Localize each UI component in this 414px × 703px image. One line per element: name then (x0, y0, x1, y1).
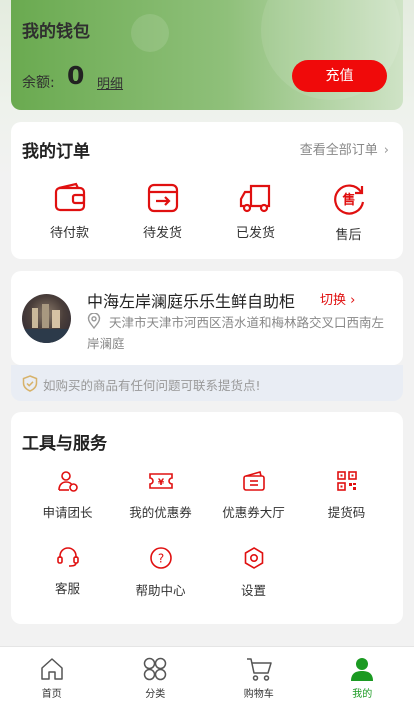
tab-label: 我的 (352, 689, 373, 700)
notice-bar: 如购买的商品有任何问题可联系提货点! (11, 365, 403, 401)
tab-category[interactable]: 分类 (104, 647, 208, 703)
wallet-card: 我的钱包 余额: 0 明细 充值 (11, 0, 403, 110)
profile-icon (351, 658, 374, 681)
order-status-grid: 待付款 待发货 已发货 售 售后 (23, 182, 414, 252)
notice-text: 如购买的商品有任何问题可联系提货点! (43, 378, 261, 393)
coupon-hall-icon (242, 471, 265, 491)
store-avatar (22, 294, 71, 343)
tool-label: 客服 (54, 581, 80, 596)
cart-icon (246, 658, 272, 681)
view-all-orders-link[interactable]: 查看全部订单 › (300, 139, 389, 158)
tab-label: 首页 (41, 689, 62, 700)
tab-label: 分类 (145, 689, 166, 700)
decorative-bubble (131, 14, 169, 52)
chevron-right-icon: › (383, 143, 389, 158)
tool-apply-leader[interactable]: 申请团长 (21, 470, 114, 540)
store-card[interactable]: 中海左岸澜庭乐乐生鲜自助柜 切换 › 天津市天津市河西区浯水道和梅林路交叉口西南… (11, 271, 403, 365)
order-status-label: 已发货 (235, 226, 275, 241)
tool-customer-service[interactable]: 客服 (21, 546, 114, 616)
recharge-button[interactable]: 充值 (292, 60, 387, 92)
home-icon (41, 658, 63, 680)
tool-label: 我的优惠券 (129, 505, 192, 520)
after-sales-icon: 售 (333, 184, 364, 215)
store-address: 天津市天津市河西区浯水道和梅林路交叉口西南左岸澜庭 (87, 315, 385, 351)
orders-title: 我的订单 (22, 142, 90, 162)
tools-card: 工具与服务 申请团长 ¥ 我的优惠券 优惠券大厅 提货码 客服 ? 帮助中心 设… (11, 412, 403, 624)
order-status-label: 待发货 (142, 226, 182, 241)
bottom-tab-bar: 首页 分类 购物车 我的 (0, 646, 414, 703)
tool-help-center[interactable]: ? 帮助中心 (114, 546, 207, 616)
tool-label: 申请团长 (42, 505, 93, 520)
wallet-title: 我的钱包 (22, 22, 90, 42)
settings-icon (244, 547, 263, 569)
tool-label: 帮助中心 (135, 583, 186, 598)
svg-text:¥: ¥ (157, 478, 164, 488)
tools-grid-row: 客服 ? 帮助中心 设置 (21, 546, 413, 616)
order-status-after-sales[interactable]: 售 售后 (302, 182, 395, 252)
headset-icon (56, 547, 79, 567)
order-status-label: 售后 (335, 228, 362, 243)
category-icon (144, 657, 167, 681)
apply-leader-icon (57, 471, 78, 492)
wallet-icon (54, 182, 85, 212)
tool-label: 提货码 (327, 505, 366, 520)
tab-cart[interactable]: 购物车 (207, 647, 311, 703)
view-all-orders-label: 查看全部订单 (299, 143, 378, 158)
tool-coupon-hall[interactable]: 优惠券大厅 (207, 470, 300, 540)
order-status-pending-payment[interactable]: 待付款 (23, 182, 116, 252)
balance-detail-link[interactable]: 明细 (97, 73, 123, 92)
truck-icon (239, 184, 270, 213)
orders-card: 我的订单 查看全部订单 › 待付款 待发货 已发货 售 售后 (11, 122, 403, 259)
order-status-label: 待付款 (49, 226, 89, 241)
tool-label: 优惠券大厅 (222, 505, 285, 520)
shipping-box-icon (147, 183, 178, 213)
qr-code-icon (336, 471, 357, 491)
balance-label: 余额: (22, 75, 55, 91)
tool-label: 设置 (240, 583, 266, 598)
order-status-pending-shipment[interactable]: 待发货 (116, 182, 209, 252)
tool-pickup-code[interactable]: 提货码 (300, 470, 393, 540)
switch-store-button[interactable]: 切换 › (320, 289, 355, 308)
tool-settings[interactable]: 设置 (207, 546, 300, 616)
tab-label: 购物车 (243, 689, 274, 700)
tab-profile[interactable]: 我的 (311, 647, 414, 703)
switch-store-label: 切换 (320, 293, 347, 308)
shield-check-icon (22, 375, 38, 392)
tool-my-coupons[interactable]: ¥ 我的优惠券 (114, 470, 207, 540)
chevron-right-icon: › (350, 293, 356, 308)
svg-text:售: 售 (342, 192, 355, 208)
tools-title: 工具与服务 (22, 434, 107, 454)
svg-text:?: ? (157, 552, 163, 566)
order-status-shipped[interactable]: 已发货 (209, 182, 302, 252)
store-name: 中海左岸澜庭乐乐生鲜自助柜 (87, 292, 296, 311)
help-icon: ? (149, 547, 172, 569)
balance-value: 0 (67, 61, 85, 90)
coupon-icon: ¥ (148, 473, 173, 489)
tab-home[interactable]: 首页 (0, 647, 104, 703)
tools-grid-row: 申请团长 ¥ 我的优惠券 优惠券大厅 提货码 (21, 470, 413, 540)
